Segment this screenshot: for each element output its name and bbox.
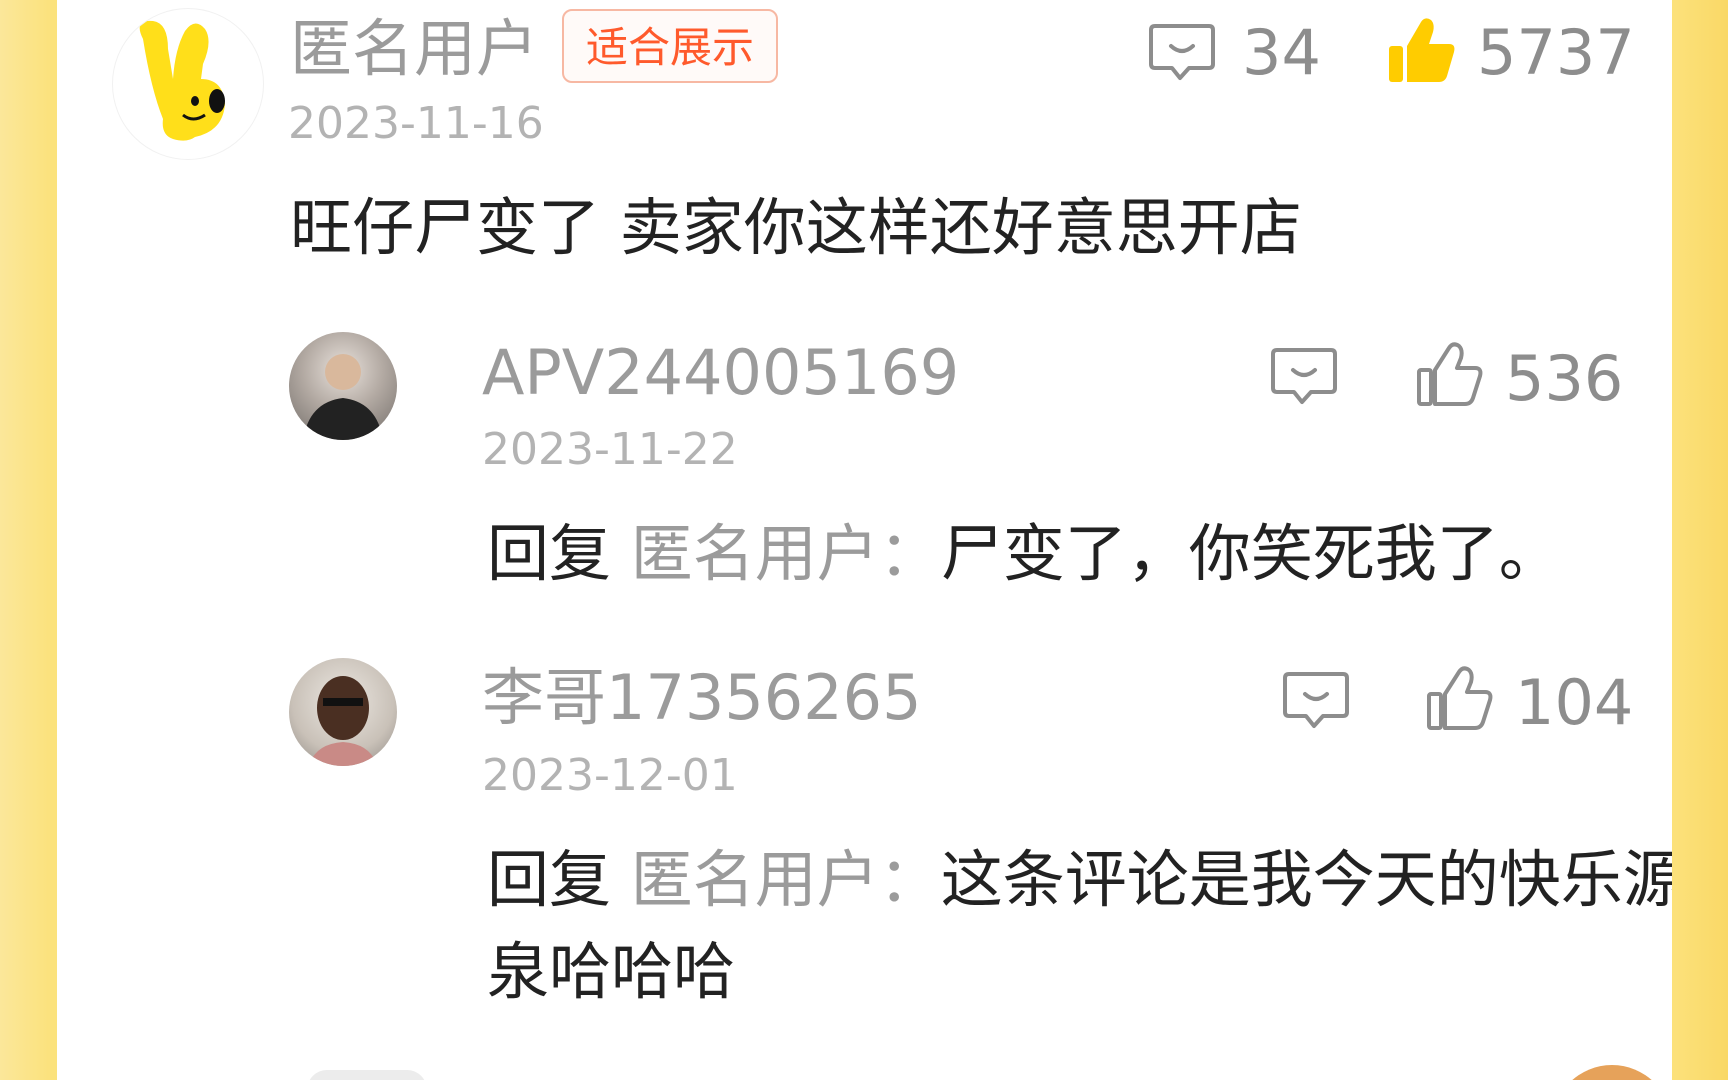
reply-text: 回复 匿名用户：尸变了，你笑死我了。 [487,508,1672,600]
thumbs-up-outline-icon[interactable] [1425,664,1495,734]
reply-like-count: 536 [1505,342,1624,415]
reply-target-user[interactable]: 匿名用户： [631,843,941,916]
comment-text: 旺仔尸变了 卖家你这样还好意思开店 [290,191,1302,264]
reply-username[interactable]: APV244005169 [482,342,959,404]
reply-date: 2023-12-01 [482,750,738,801]
person-photo-icon [309,676,377,766]
reply-username[interactable]: 李哥17356265 [482,667,922,729]
reply-target-user[interactable]: 匿名用户： [631,517,941,590]
comment-bubble-icon[interactable] [1281,670,1351,732]
thumbs-up-outline-icon[interactable] [1415,340,1485,410]
featured-tag: 适合展示 [562,9,779,83]
thumbs-up-filled-icon[interactable] [1387,16,1457,86]
next-avatar-partial [307,1070,427,1080]
reply-prefix: 回复 [487,517,612,590]
next-avatar-partial [1552,1065,1672,1080]
reply-content: 尸变了，你笑死我了。 [940,517,1561,590]
mascot-avatar-icon [139,20,225,141]
reply-date: 2023-11-22 [482,424,738,475]
comment-bubble-icon[interactable] [1269,346,1339,408]
reply-prefix: 回复 [487,843,612,916]
comment-date: 2023-11-16 [288,98,544,149]
reply-avatar[interactable] [289,332,397,440]
comment-bubble-icon[interactable] [1147,22,1217,84]
comment-reply-count: 34 [1242,16,1321,89]
reply-like-count: 104 [1515,666,1634,739]
user-avatar[interactable] [112,8,264,160]
person-photo-icon [303,354,383,440]
comment-card: 匿名用户 适合展示 2023-11-16 34 5737 旺仔尸变了 卖家你这样… [57,0,1672,1080]
comment-like-count: 5737 [1477,16,1635,89]
reply-text: 回复 匿名用户：这条评论是我今天的快乐源泉哈哈哈 [487,834,1672,1018]
reply-avatar[interactable] [289,658,397,766]
comment-username[interactable]: 匿名用户 [290,18,538,80]
